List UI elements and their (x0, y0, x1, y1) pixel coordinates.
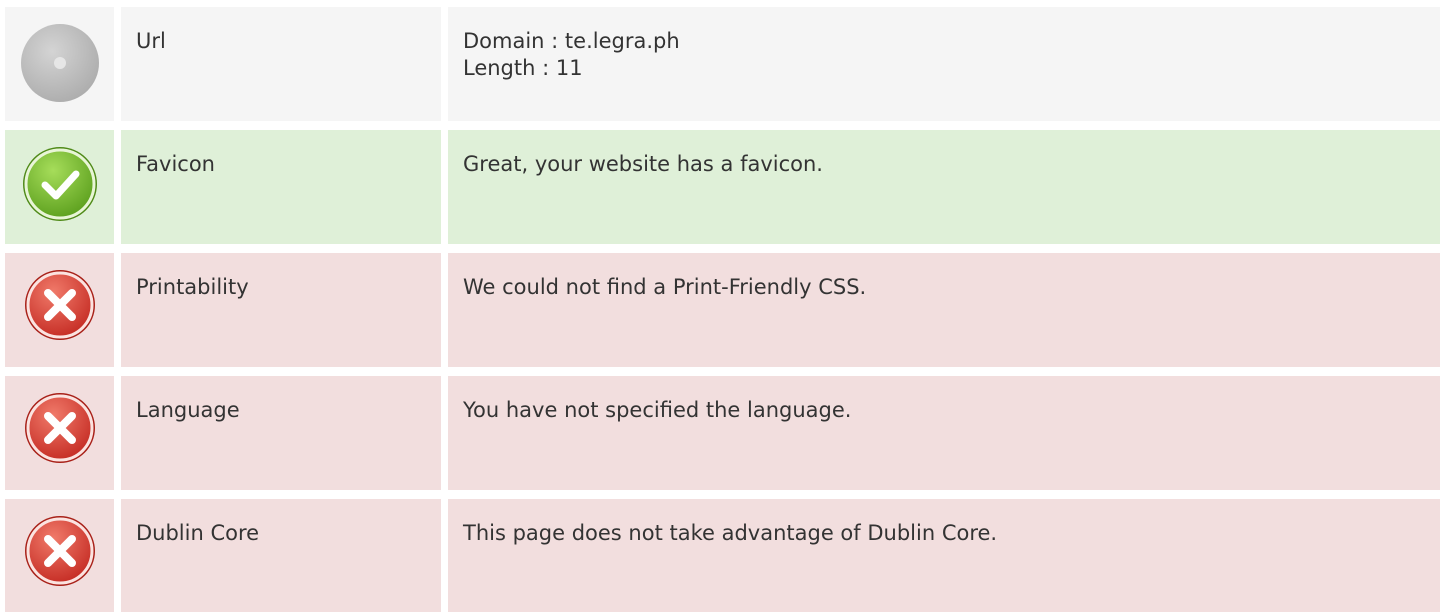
result-row-favicon: Favicon Great, your website has a favico… (5, 130, 1440, 244)
error-x-icon (23, 268, 97, 342)
seo-results-table: Url Domain : te.legra.ph Length : 11 Fav… (5, 7, 1440, 612)
result-row-dublin-core: Dublin Core This page does not take adva… (5, 499, 1440, 612)
result-label: Dublin Core (121, 499, 441, 612)
result-label: Language (121, 376, 441, 490)
result-message: Great, your website has a favicon. (463, 152, 823, 176)
status-cell (5, 376, 114, 490)
result-row-printability: Printability We could not find a Print-F… (5, 253, 1440, 367)
length-line: Length : 11 (463, 56, 583, 80)
neutral-circle-icon (19, 22, 101, 104)
result-label: Favicon (121, 130, 441, 244)
result-row-language: Language You have not specified the lang… (5, 376, 1440, 490)
result-value: You have not specified the language. (448, 376, 1440, 490)
domain-line: Domain : te.legra.ph (463, 29, 680, 53)
status-cell (5, 253, 114, 367)
result-label: Url (121, 7, 441, 121)
check-icon (21, 145, 99, 223)
error-x-icon (23, 391, 97, 465)
result-message: You have not specified the language. (463, 398, 852, 422)
result-message: This page does not take advantage of Dub… (463, 521, 998, 545)
result-message: We could not find a Print-Friendly CSS. (463, 275, 867, 299)
result-row-url: Url Domain : te.legra.ph Length : 11 (5, 7, 1440, 121)
result-label: Printability (121, 253, 441, 367)
error-x-icon (23, 514, 97, 588)
result-value: This page does not take advantage of Dub… (448, 499, 1440, 612)
result-value: We could not find a Print-Friendly CSS. (448, 253, 1440, 367)
status-cell (5, 499, 114, 612)
result-value: Great, your website has a favicon. (448, 130, 1440, 244)
result-value: Domain : te.legra.ph Length : 11 (448, 7, 1440, 121)
status-cell (5, 130, 114, 244)
status-cell (5, 7, 114, 121)
